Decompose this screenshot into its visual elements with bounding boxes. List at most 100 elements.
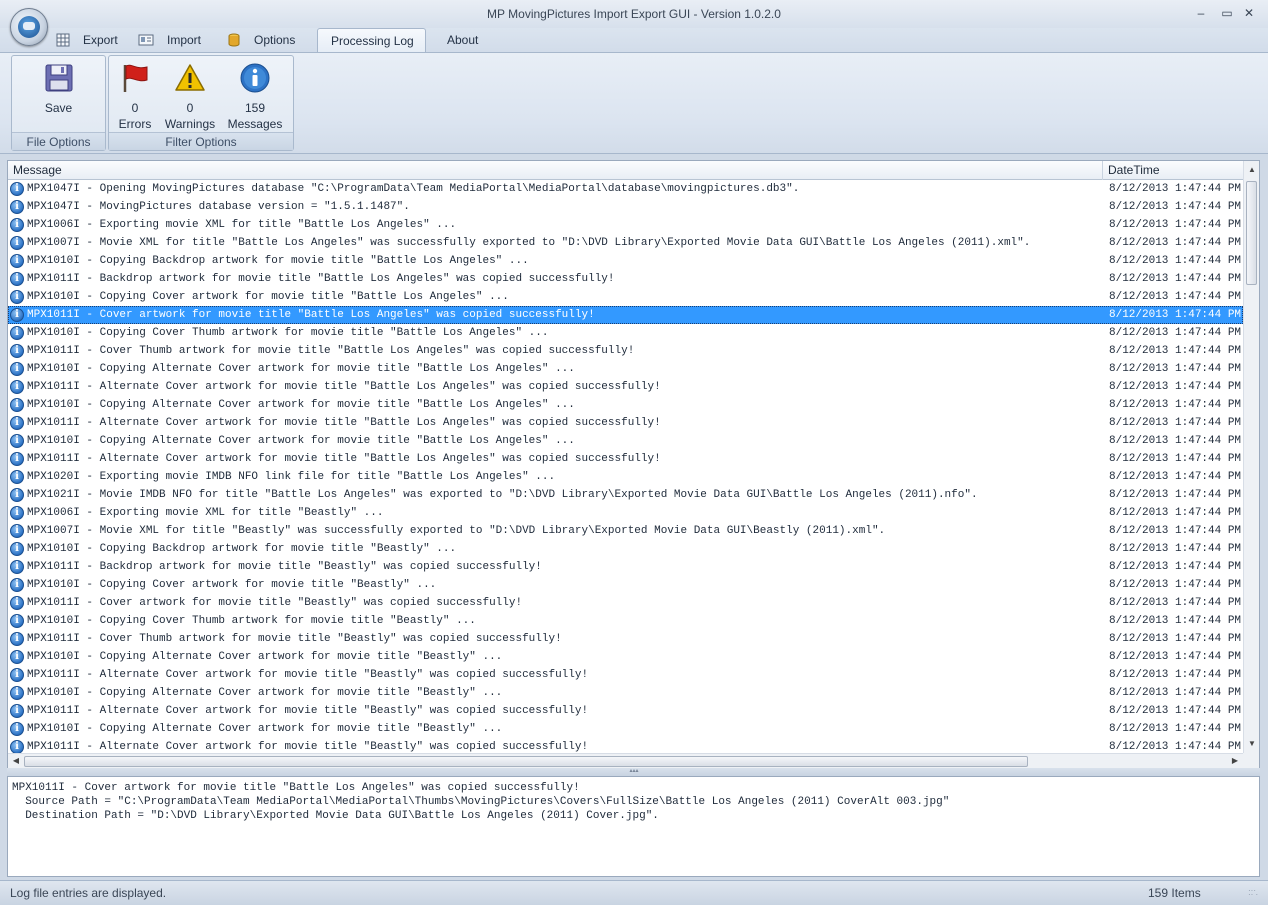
column-header-datetime[interactable]: DateTime	[1103, 161, 1243, 180]
table-row[interactable]: i MPX1010I - Copying Cover Thumb artwork …	[8, 612, 1243, 630]
tab-options[interactable]: Options	[227, 28, 302, 52]
info-icon: i	[10, 614, 24, 628]
cell-datetime: 8/12/2013 1:47:44 PM	[1109, 345, 1242, 357]
horizontal-scrollbar[interactable]: ◀ ▶	[8, 753, 1243, 769]
table-row[interactable]: i MPX1010I - Copying Alternate Cover artw…	[8, 432, 1243, 450]
cell-message: MPX1010I - Copying Cover artwork for mov…	[27, 579, 437, 591]
cell-message: MPX1011I - Backdrop artwork for movie ti…	[27, 273, 615, 285]
log-rows: i MPX1047I - Opening MovingPictures datab…	[8, 180, 1243, 756]
item-count: 159 Items	[1148, 886, 1201, 900]
warnings-label: Warnings	[164, 117, 216, 131]
errors-label: Errors	[118, 117, 152, 131]
tab-about[interactable]: About	[447, 28, 497, 52]
table-row[interactable]: i MPX1011I - Backdrop artwork for movie t…	[8, 270, 1243, 288]
table-row[interactable]: i MPX1020I - Exporting movie IMDB NFO lin…	[8, 468, 1243, 486]
cell-message: MPX1010I - Copying Backdrop artwork for …	[27, 543, 457, 555]
table-row[interactable]: i MPX1010I - Copying Cover artwork for mo…	[8, 288, 1243, 306]
log-grid: Message DateTime i MPX1047I - Opening Mov…	[7, 160, 1260, 769]
resize-grip-icon[interactable]: ··· ·· ·	[1248, 887, 1260, 901]
cell-datetime: 8/12/2013 1:47:44 PM	[1109, 525, 1242, 537]
tab-processing-log[interactable]: Processing Log	[317, 28, 426, 52]
table-row[interactable]: i MPX1010I - Copying Alternate Cover artw…	[8, 720, 1243, 738]
cell-datetime: 8/12/2013 1:47:44 PM	[1109, 471, 1242, 483]
table-row[interactable]: i MPX1010I - Copying Alternate Cover artw…	[8, 648, 1243, 666]
table-row[interactable]: i MPX1010I - Copying Cover artwork for mo…	[8, 576, 1243, 594]
table-row[interactable]: i MPX1010I - Copying Cover Thumb artwork …	[8, 324, 1243, 342]
table-row[interactable]: i MPX1011I - Alternate Cover artwork for …	[8, 414, 1243, 432]
maximize-button[interactable]: ▭	[1218, 5, 1236, 21]
table-row[interactable]: i MPX1007I - Movie XML for title "Beastly…	[8, 522, 1243, 540]
table-row[interactable]: i MPX1011I - Alternate Cover artwork for …	[8, 450, 1243, 468]
info-icon: i	[10, 308, 24, 322]
warnings-count: 0	[186, 101, 194, 115]
cell-datetime: 8/12/2013 1:47:44 PM	[1109, 651, 1242, 663]
info-icon: i	[10, 398, 24, 412]
table-row[interactable]: i MPX1011I - Cover artwork for movie titl…	[8, 594, 1243, 612]
app-logo-icon[interactable]	[10, 8, 48, 46]
cell-datetime: 8/12/2013 1:47:44 PM	[1109, 561, 1242, 573]
cell-datetime: 8/12/2013 1:47:44 PM	[1109, 183, 1242, 195]
scroll-right-icon[interactable]: ▶	[1227, 756, 1243, 765]
cell-message: MPX1011I - Cover artwork for movie title…	[27, 309, 595, 321]
scroll-left-icon[interactable]: ◀	[8, 756, 24, 765]
table-row[interactable]: i MPX1011I - Alternate Cover artwork for …	[8, 378, 1243, 396]
scroll-up-icon[interactable]: ▲	[1244, 165, 1260, 174]
table-row[interactable]: i MPX1006I - Exporting movie XML for titl…	[8, 504, 1243, 522]
info-icon: i	[10, 506, 24, 520]
details-pane: MPX1011I - Cover artwork for movie title…	[7, 776, 1260, 877]
title-bar: MP MovingPictures Import Export GUI - Ve…	[0, 0, 1268, 28]
table-row[interactable]: i MPX1006I - Exporting movie XML for titl…	[8, 216, 1243, 234]
scroll-down-icon[interactable]: ▼	[1244, 739, 1260, 748]
messages-filter-button[interactable]: 159 Messages	[225, 62, 285, 132]
table-row[interactable]: i MPX1010I - Copying Alternate Cover artw…	[8, 360, 1243, 378]
info-icon: i	[10, 218, 24, 232]
scroll-thumb[interactable]	[24, 756, 1028, 767]
table-row[interactable]: i MPX1047I - MovingPictures database vers…	[8, 198, 1243, 216]
tab-import[interactable]: Import	[138, 28, 208, 52]
vertical-scrollbar[interactable]: ▲ ▼	[1243, 161, 1259, 756]
cell-datetime: 8/12/2013 1:47:44 PM	[1109, 255, 1242, 267]
tab-label: About	[447, 33, 479, 47]
cell-datetime: 8/12/2013 1:47:44 PM	[1109, 579, 1242, 591]
details-line: Source Path = "C:\ProgramData\Team Media…	[12, 796, 950, 808]
table-row[interactable]: i MPX1010I - Copying Backdrop artwork for…	[8, 252, 1243, 270]
cell-datetime: 8/12/2013 1:47:44 PM	[1109, 201, 1242, 213]
cell-datetime: 8/12/2013 1:47:44 PM	[1109, 381, 1242, 393]
tab-label: Processing Log	[331, 34, 414, 48]
errors-filter-button[interactable]: 0 Errors	[113, 62, 157, 132]
table-row[interactable]: i MPX1011I - Backdrop artwork for movie t…	[8, 558, 1243, 576]
table-row[interactable]: i MPX1047I - Opening MovingPictures datab…	[8, 180, 1243, 198]
info-icon: i	[10, 596, 24, 610]
close-button[interactable]: ✕	[1240, 5, 1258, 21]
column-header-message[interactable]: Message	[8, 161, 1103, 180]
warnings-filter-button[interactable]: 0 Warnings	[161, 62, 219, 132]
pane-splitter[interactable]: ▴▴▴	[7, 768, 1260, 776]
id-card-icon	[138, 34, 154, 46]
save-button[interactable]: Save	[12, 62, 105, 116]
table-row[interactable]: i MPX1011I - Alternate Cover artwork for …	[8, 702, 1243, 720]
cell-datetime: 8/12/2013 1:47:44 PM	[1109, 597, 1242, 609]
tab-export[interactable]: Export	[56, 28, 126, 52]
info-icon: i	[10, 650, 24, 664]
table-row[interactable]: i MPX1011I - Cover artwork for movie titl…	[8, 306, 1243, 324]
scroll-thumb[interactable]	[1246, 181, 1257, 285]
cell-datetime: 8/12/2013 1:47:44 PM	[1109, 237, 1242, 249]
cell-message: MPX1010I - Copying Cover Thumb artwork f…	[27, 327, 549, 339]
ribbon: Save File Options 0 Errors 0 Warnings 15…	[0, 52, 1268, 154]
cell-datetime: 8/12/2013 1:47:44 PM	[1109, 435, 1242, 447]
messages-label: Messages	[227, 117, 283, 131]
table-row[interactable]: i MPX1010I - Copying Alternate Cover artw…	[8, 684, 1243, 702]
table-row[interactable]: i MPX1010I - Copying Backdrop artwork for…	[8, 540, 1243, 558]
table-row[interactable]: i MPX1010I - Copying Alternate Cover artw…	[8, 396, 1243, 414]
table-row[interactable]: i MPX1007I - Movie XML for title "Battle …	[8, 234, 1243, 252]
table-row[interactable]: i MPX1021I - Movie IMDB NFO for title "Ba…	[8, 486, 1243, 504]
table-row[interactable]: i MPX1011I - Cover Thumb artwork for movi…	[8, 342, 1243, 360]
table-row[interactable]: i MPX1011I - Alternate Cover artwork for …	[8, 666, 1243, 684]
cell-datetime: 8/12/2013 1:47:44 PM	[1109, 633, 1242, 645]
cell-message: MPX1011I - Alternate Cover artwork for m…	[27, 381, 661, 393]
cell-datetime: 8/12/2013 1:47:44 PM	[1109, 543, 1242, 555]
table-row[interactable]: i MPX1011I - Cover Thumb artwork for movi…	[8, 630, 1243, 648]
warning-icon	[175, 64, 205, 91]
info-icon: i	[10, 182, 24, 196]
minimize-button[interactable]: –	[1192, 5, 1210, 21]
